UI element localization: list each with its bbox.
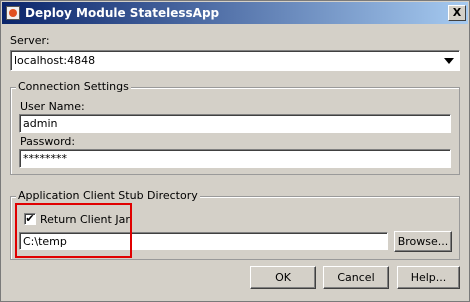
window-title: Deploy Module StatelessApp <box>25 6 220 20</box>
username-field[interactable]: admin <box>19 114 451 133</box>
ok-button[interactable]: OK <box>250 266 316 289</box>
dropdown-arrow-icon[interactable] <box>444 58 454 64</box>
help-button[interactable]: Help... <box>397 266 460 289</box>
browse-button[interactable]: Browse... <box>394 231 452 252</box>
red-highlight-box <box>15 203 132 258</box>
cancel-button[interactable]: Cancel <box>323 266 389 289</box>
username-label: User Name: <box>20 100 85 113</box>
stub-directory-title: Application Client Stub Directory <box>16 189 200 202</box>
title-bar: Deploy Module StatelessApp X <box>2 2 468 24</box>
deploy-dialog: Deploy Module StatelessApp X Server: loc… <box>0 0 470 302</box>
server-value: localhost:4848 <box>14 54 96 67</box>
connection-settings-title: Connection Settings <box>16 80 131 93</box>
server-select[interactable]: localhost:4848 <box>10 50 460 71</box>
java-app-icon <box>6 6 20 20</box>
close-button[interactable]: X <box>448 5 466 21</box>
password-field[interactable]: ******** <box>19 149 451 168</box>
password-label: Password: <box>20 135 76 148</box>
server-label: Server: <box>10 34 50 47</box>
